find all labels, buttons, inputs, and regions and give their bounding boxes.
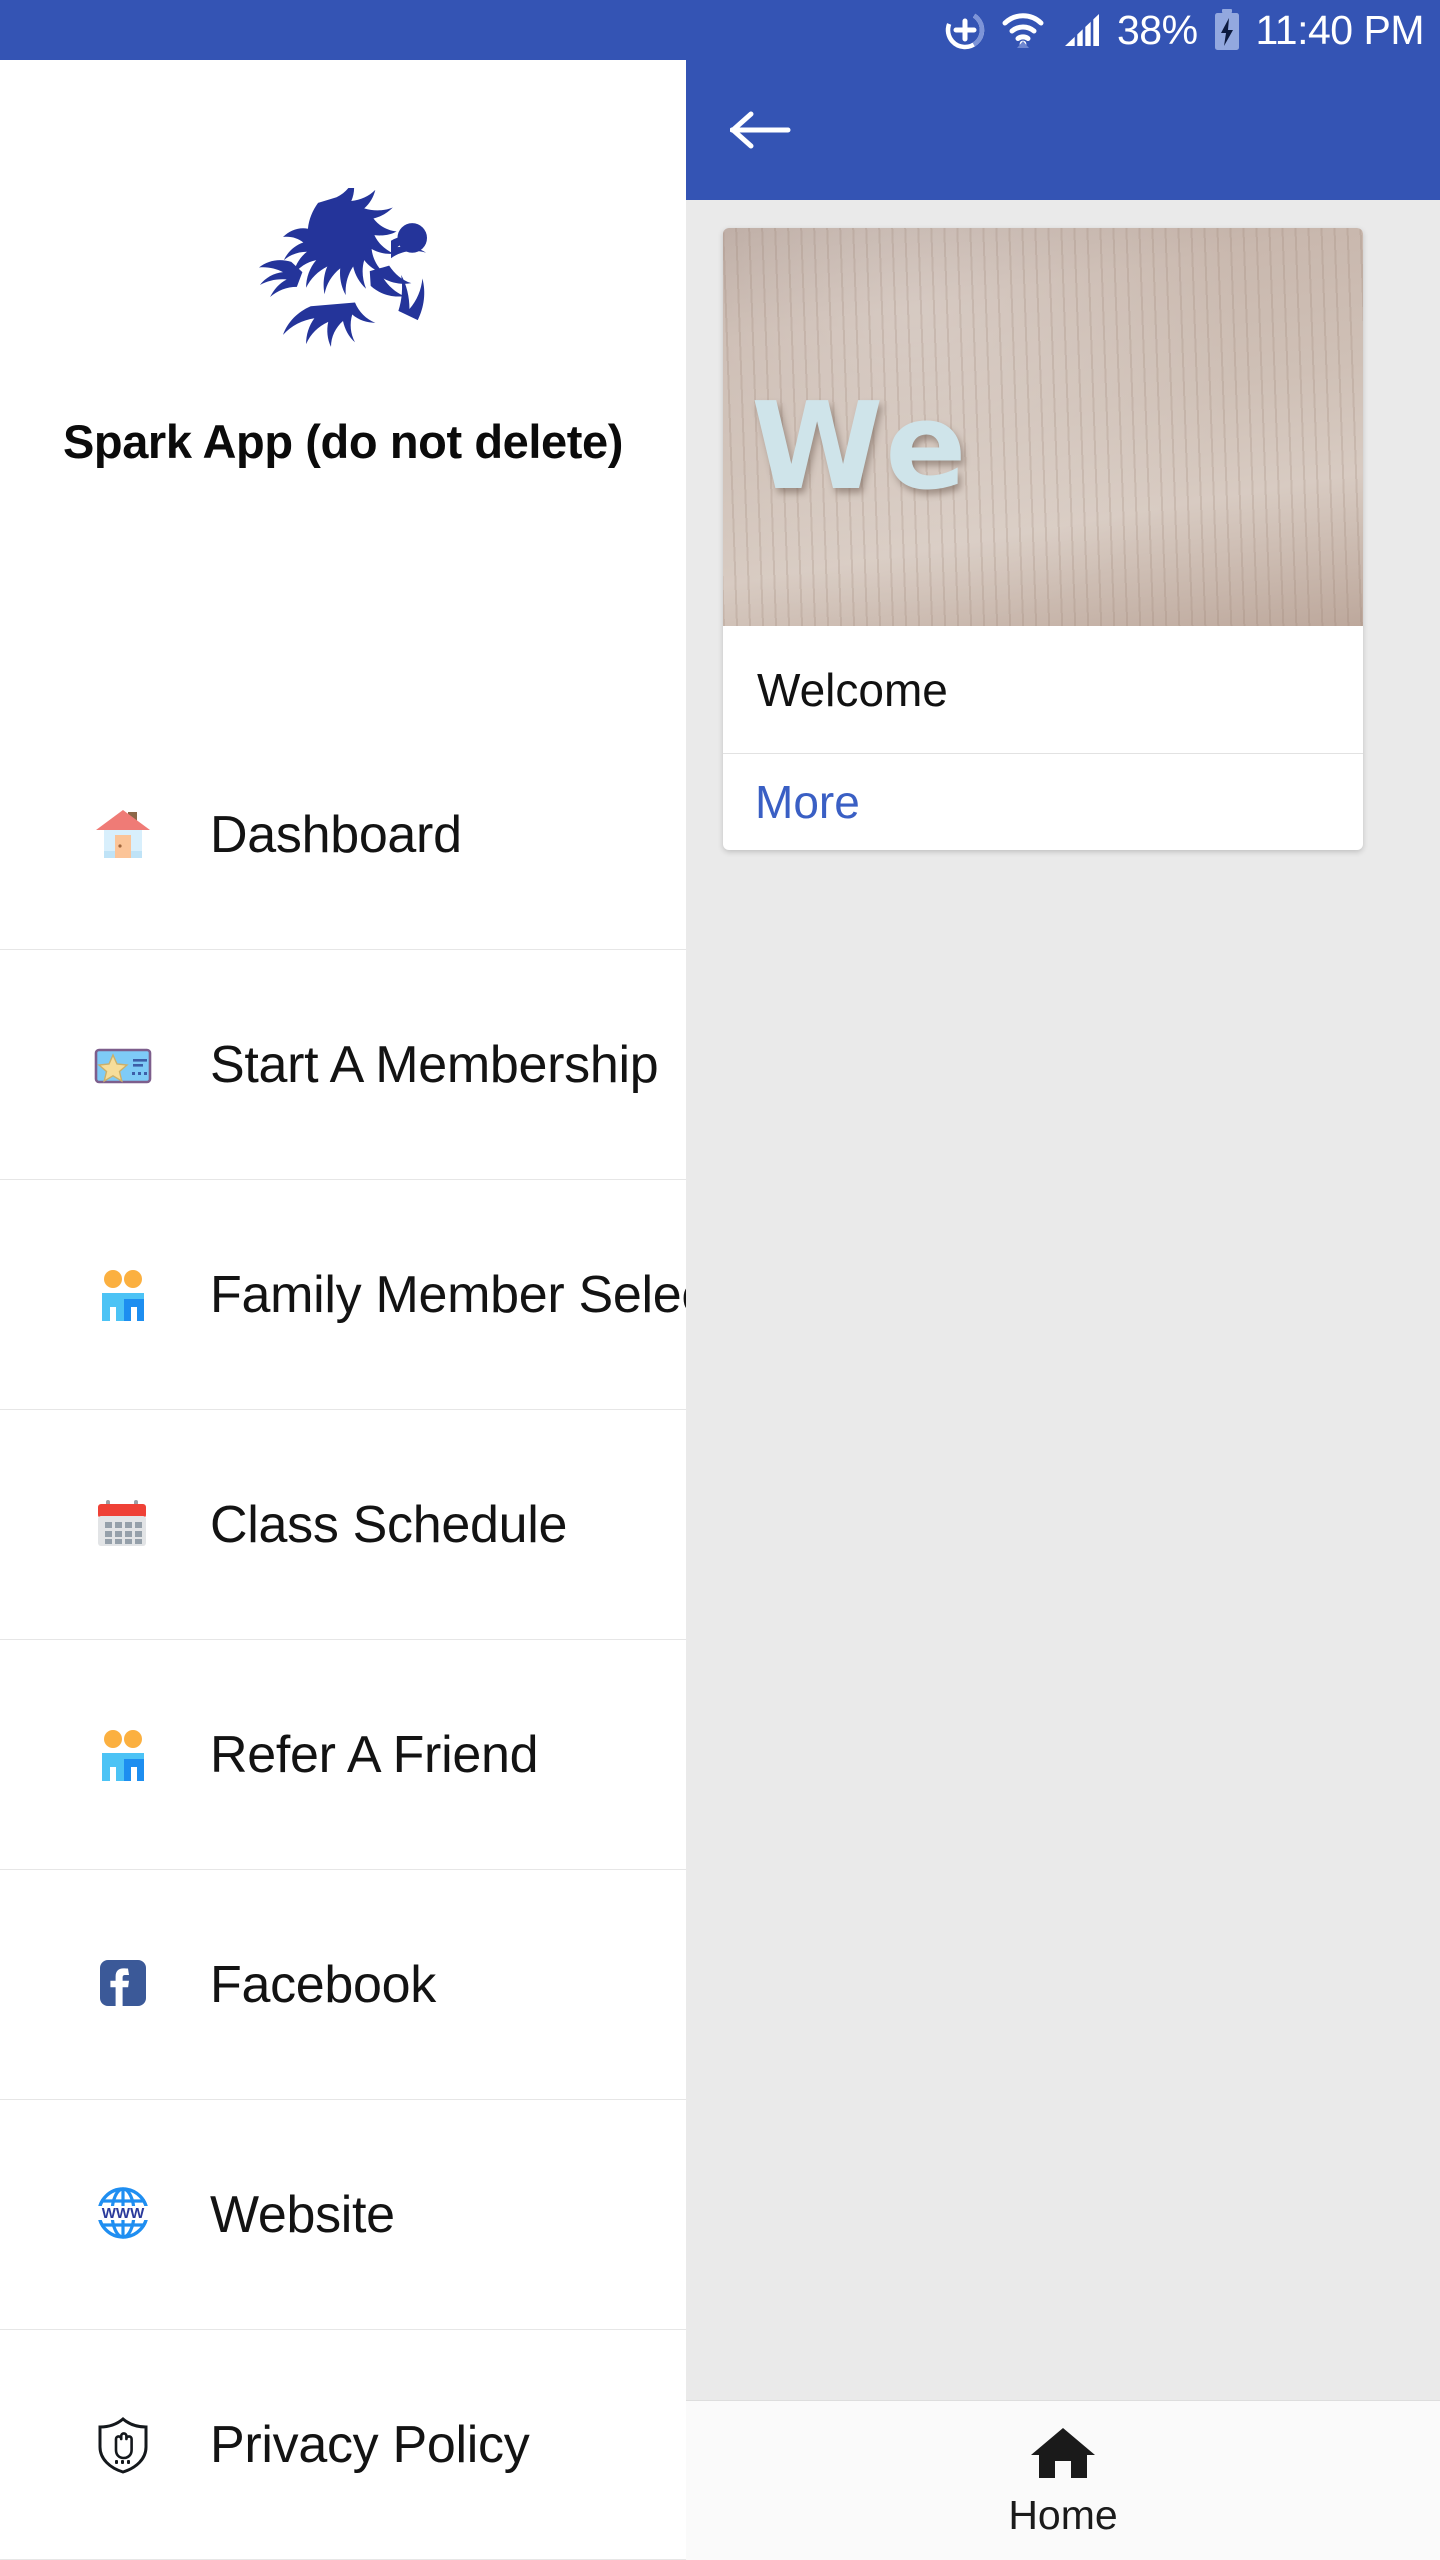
add-circle-icon — [943, 8, 987, 52]
drawer-item-dashboard[interactable]: Dashboard — [0, 720, 686, 950]
card-title: Welcome — [723, 626, 1363, 754]
card-more-link[interactable]: More — [723, 754, 1363, 850]
bottom-tab-home[interactable]: Home — [1008, 2422, 1118, 2539]
clock-label: 11:40 PM — [1255, 6, 1425, 53]
drawer-item-label: Dashboard — [210, 805, 462, 864]
battery-charging-icon — [1212, 8, 1242, 52]
welcome-card[interactable]: We Welcome More — [723, 228, 1363, 850]
drawer-item-label: Facebook — [210, 1955, 436, 2014]
shield-hand-icon — [92, 2414, 154, 2476]
drawer-item-privacy-policy[interactable]: Privacy Policy — [0, 2330, 686, 2560]
status-bar: 38% 11:40 PM — [0, 0, 1440, 60]
two-people-icon — [92, 1724, 154, 1786]
ticket-star-icon — [92, 1034, 154, 1096]
bottom-navigation: Home — [686, 2400, 1440, 2560]
drawer-item-class-schedule[interactable]: Class Schedule — [0, 1410, 686, 1640]
drawer-item-start-a-membership[interactable]: Start A Membership — [0, 950, 686, 1180]
battery-percent-label: 38% — [1116, 6, 1198, 53]
navigation-drawer: Spark App (do not delete) Dashboard Star… — [0, 60, 686, 2560]
home-icon — [1031, 2428, 1095, 2478]
drawer-item-label: Family Member Selection — [210, 1265, 686, 1324]
svg-text:WWW: WWW — [102, 2205, 145, 2222]
bottom-tab-label: Home — [1008, 2492, 1118, 2538]
wifi-icon — [1001, 10, 1045, 50]
card-image-text: We — [751, 378, 973, 517]
cellular-signal-icon — [1059, 10, 1103, 50]
drawer-item-label: Privacy Policy — [210, 2415, 530, 2474]
dragon-logo — [223, 180, 463, 358]
drawer-item-label: Start A Membership — [210, 1035, 659, 1094]
card-image: We — [723, 228, 1363, 626]
app-screen: We Welcome More Home 38% 11:40 PM Spark … — [0, 0, 1440, 2560]
drawer-item-family-member-selection[interactable]: Family Member Selection — [0, 1180, 686, 1410]
drawer-item-label: Class Schedule — [210, 1495, 568, 1554]
drawer-item-refer-a-friend[interactable]: Refer A Friend — [0, 1640, 686, 1870]
back-arrow-icon[interactable] — [729, 109, 792, 151]
globe-www-icon: WWW — [92, 2184, 154, 2246]
house-icon — [92, 804, 154, 866]
drawer-item-label: Website — [210, 2185, 395, 2244]
facebook-icon — [92, 1954, 154, 2016]
drawer-item-website[interactable]: WWW Website — [0, 2100, 686, 2330]
drawer-app-title: Spark App (do not delete) — [62, 415, 624, 468]
drawer-item-label: Refer A Friend — [210, 1725, 539, 1784]
drawer-item-facebook[interactable]: Facebook — [0, 1870, 686, 2100]
two-people-icon — [92, 1264, 154, 1326]
calendar-icon — [92, 1494, 154, 1556]
drawer-header: Spark App (do not delete) — [0, 60, 686, 720]
